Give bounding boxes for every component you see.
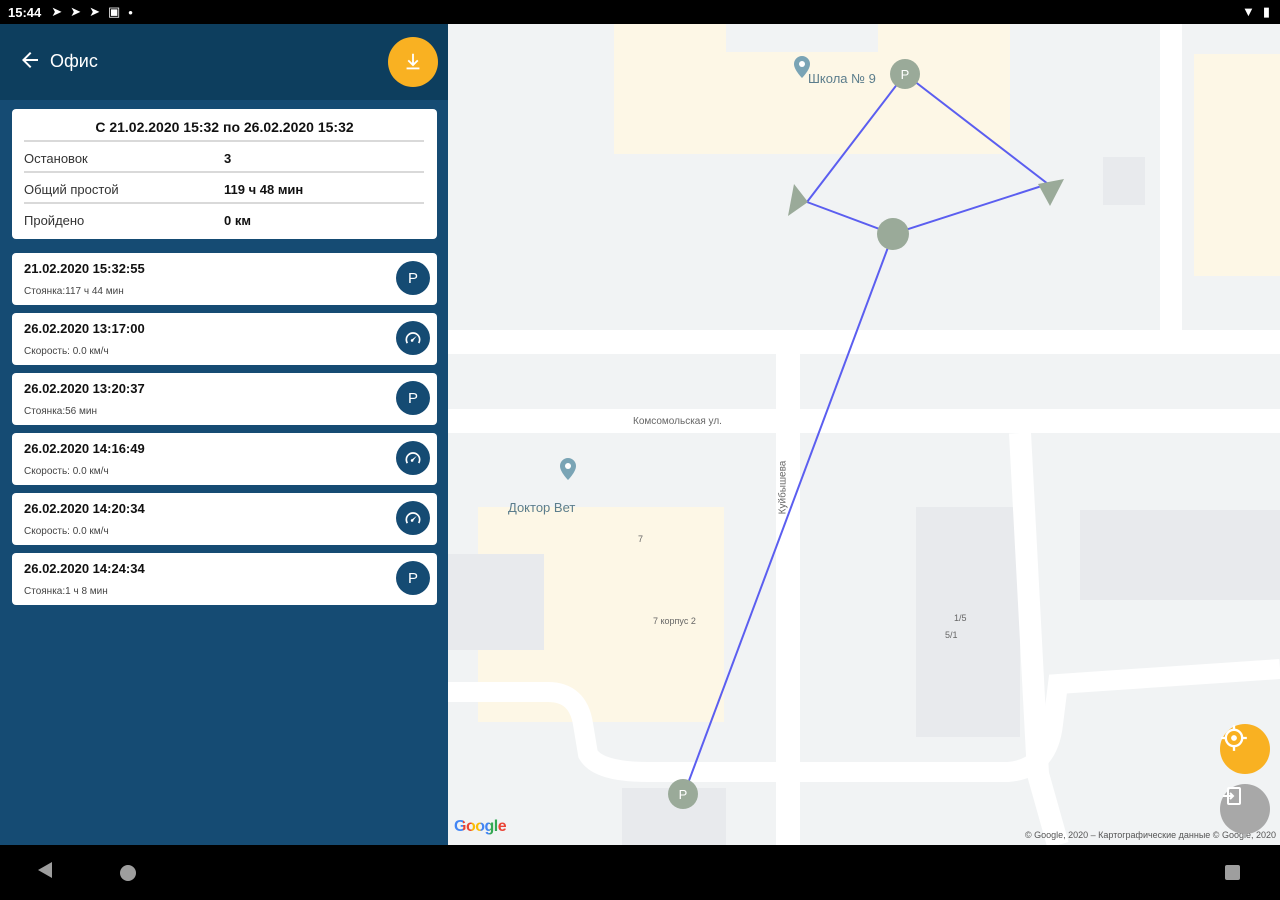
summary-label: Остановок: [24, 151, 88, 166]
status-time: 15:44: [8, 4, 42, 20]
building-number: 7: [638, 534, 644, 544]
map-view[interactable]: P P Школа № 9 Доктор Вет Комсомольская у…: [448, 24, 1280, 845]
school-label: Школа № 9: [808, 71, 876, 86]
event-item[interactable]: 26.02.2020 13:17:00 Скорость: 0.0 км/ч: [12, 313, 437, 365]
summary-value: 119 ч 48 мин: [224, 182, 304, 197]
system-navigation-bar: [0, 845, 1280, 900]
summary-row-stops: Остановок 3: [24, 140, 424, 171]
komsomolskaya-street: [448, 409, 1280, 433]
wifi-icon: ▼: [1241, 4, 1255, 19]
route-point-marker[interactable]: [877, 218, 909, 250]
speedometer-icon: [396, 321, 430, 355]
event-item[interactable]: 26.02.2020 14:20:34 Скорость: 0.0 км/ч: [12, 493, 437, 545]
page-title: Офис: [50, 51, 98, 71]
summary-label: Общий простой: [24, 182, 119, 197]
summary-label: Пройдено: [24, 213, 85, 228]
event-detail: Скорость: 0.0 км/ч: [24, 466, 109, 477]
back-arrow-icon[interactable]: [18, 48, 42, 72]
event-datetime: 26.02.2020 13:20:37: [24, 381, 145, 396]
crosshair-icon: [1221, 725, 1247, 751]
event-item[interactable]: 26.02.2020 14:24:34 Стоянка:1 ч 8 мин P: [12, 553, 437, 605]
speedometer-icon: [396, 501, 430, 535]
summary-card: С 21.02.2020 15:32 по 26.02.2020 15:32 О…: [12, 109, 437, 239]
exit-button[interactable]: [1220, 784, 1270, 834]
kuibysheva-label: Куйбышева: [777, 460, 789, 515]
nav-recents-icon[interactable]: [1225, 865, 1240, 880]
event-detail: Скорость: 0.0 км/ч: [24, 526, 109, 537]
building-block: [1080, 510, 1280, 600]
event-item[interactable]: 26.02.2020 13:20:37 Стоянка:56 мин P: [12, 373, 437, 425]
building-block: [1194, 54, 1280, 276]
parking-icon: P: [396, 381, 430, 415]
event-datetime: 26.02.2020 13:17:00: [24, 321, 145, 336]
road: [1160, 24, 1182, 330]
app-notification-icon: ▣: [107, 4, 121, 19]
summary-value: 3: [224, 151, 232, 166]
vet-pin-dot: [565, 463, 571, 469]
download-button[interactable]: [388, 37, 438, 87]
event-item[interactable]: 26.02.2020 14:16:49 Скорость: 0.0 км/ч: [12, 433, 437, 485]
battery-icon: ▮: [1262, 4, 1270, 19]
google-logo: Google: [454, 818, 507, 835]
summary-row-distance: Пройдено 0 км: [24, 202, 424, 233]
event-datetime: 26.02.2020 14:24:34: [24, 561, 145, 576]
building-number: 5/1: [945, 630, 958, 640]
nav-back-icon[interactable]: [38, 862, 52, 878]
send-icon: ➤: [51, 4, 63, 19]
nav-home-icon[interactable]: [120, 865, 136, 881]
locate-button[interactable]: [1220, 724, 1270, 774]
summary-value: 0 км: [224, 213, 251, 228]
send-icon: ➤: [70, 4, 82, 19]
school-pin-dot: [799, 61, 805, 67]
direction-arrow-icon[interactable]: [1038, 179, 1064, 206]
event-detail: Скорость: 0.0 км/ч: [24, 346, 109, 357]
map-area: [726, 24, 878, 52]
download-icon: [406, 53, 420, 70]
trip-panel: Офис С 21.02.2020 15:32 по 26.02.2020 15…: [0, 24, 448, 845]
parking-icon: P: [396, 561, 430, 595]
send-icon: ➤: [89, 4, 100, 19]
summary-row-idle: Общий простой 119 ч 48 мин: [24, 171, 424, 202]
parking-marker-label: P: [679, 787, 688, 802]
status-bar: 15:44 ➤ ➤ ➤ ▣ • ▼ ▮: [0, 0, 1280, 24]
komsomolskaya-label: Комсомольская ул.: [633, 416, 722, 427]
building-number: 7 корпус 2: [653, 616, 696, 626]
event-datetime: 26.02.2020 14:20:34: [24, 501, 145, 516]
app-bar: Офис: [0, 24, 448, 100]
event-datetime: 21.02.2020 15:32:55: [24, 261, 145, 276]
road: [448, 330, 1280, 354]
speedometer-icon: [396, 441, 430, 475]
event-detail: Стоянка:1 ч 8 мин: [24, 586, 108, 597]
period-title: С 21.02.2020 15:32 по 26.02.2020 15:32: [95, 119, 354, 135]
map-canvas: P P: [448, 24, 1280, 845]
building-block: [448, 554, 544, 650]
building-block: [1103, 157, 1145, 205]
building-number: 1/5: [954, 613, 967, 623]
road: [1009, 432, 1069, 845]
exit-icon: [1223, 787, 1241, 805]
direction-arrow-icon[interactable]: [788, 184, 808, 216]
event-item[interactable]: 21.02.2020 15:32:55 Стоянка:117 ч 44 мин…: [12, 253, 437, 305]
parking-icon: P: [396, 261, 430, 295]
event-detail: Стоянка:56 мин: [24, 406, 98, 417]
building-block: [916, 507, 1020, 737]
event-detail: Стоянка:117 ч 44 мин: [24, 286, 124, 297]
dot-icon: •: [128, 4, 133, 20]
vet-label: Доктор Вет: [508, 500, 576, 515]
parking-marker-label: P: [901, 67, 910, 82]
event-datetime: 26.02.2020 14:16:49: [24, 441, 145, 456]
